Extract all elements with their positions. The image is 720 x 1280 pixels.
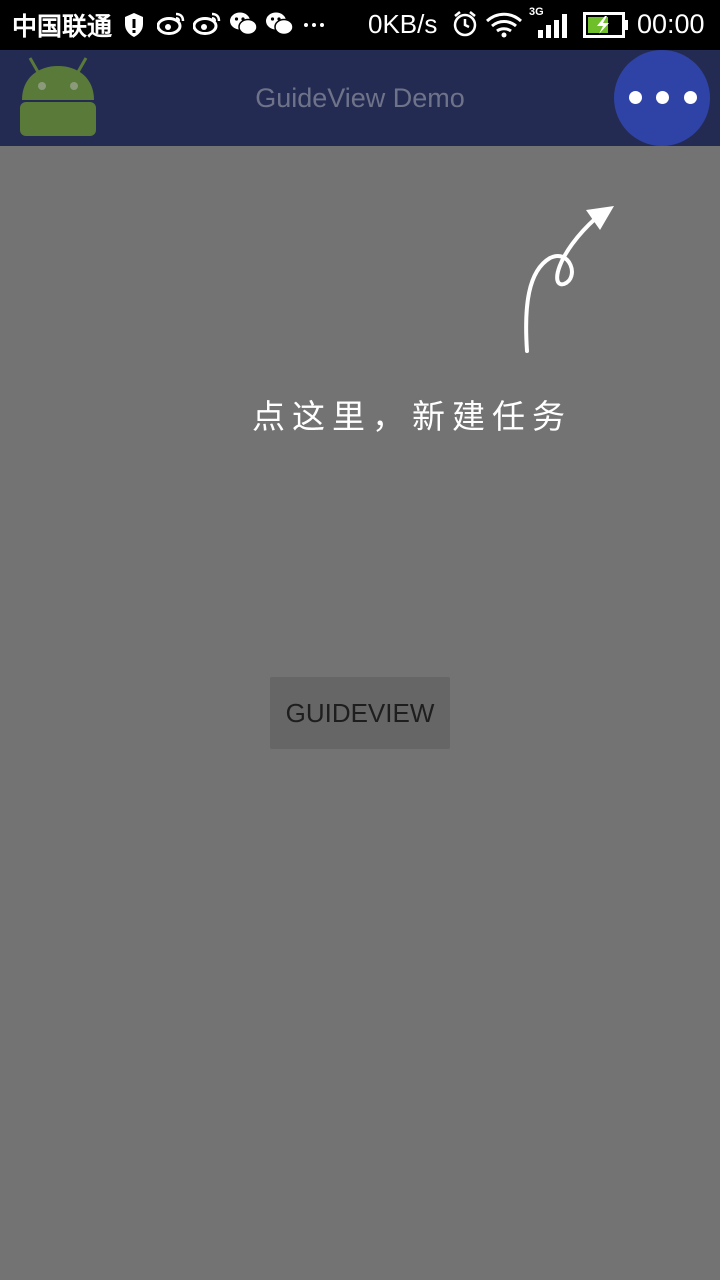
weibo-icon [157,12,185,35]
wechat-icon [266,12,294,36]
signal-icon [538,14,567,38]
guide-tip-text: 点这里，新建任务 [252,397,572,436]
more-notifications-icon [304,23,324,27]
more-dots-icon [684,91,697,104]
network-speed: 0KB/s [368,9,438,39]
overflow-menu-button[interactable] [614,50,710,146]
wifi-icon [485,12,523,38]
more-dots-icon [629,91,642,104]
curved-arrow-icon [524,206,614,353]
more-dots-icon [656,91,669,104]
action-bar: GuideView Demo [0,50,720,146]
guideview-button[interactable]: GUIDEVIEW [270,677,450,749]
carrier-name: 中国联通 [12,12,113,41]
weibo-icon [193,12,221,35]
alarm-icon [453,11,477,37]
app-title: GuideView Demo [255,83,465,113]
battery-charging-icon [583,12,628,38]
shield-icon [125,13,143,37]
clock: 00:00 [637,9,705,39]
wechat-icon [230,12,258,36]
status-bar: 中国联通 0KB/s 3G 00:00 [0,0,720,50]
